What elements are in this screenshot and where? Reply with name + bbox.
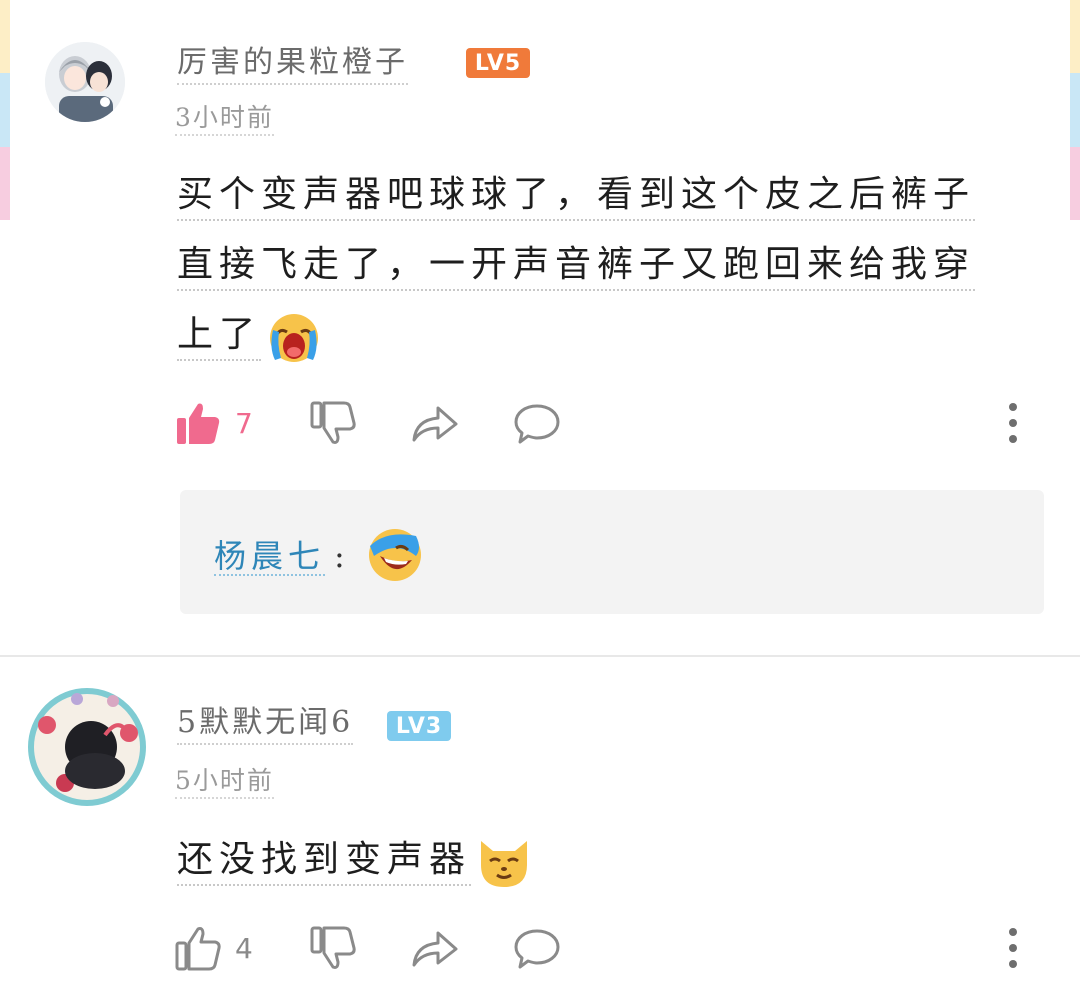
reply-author[interactable]: 杨晨七	[214, 538, 326, 576]
comment-text-line: 直接飞走了，一开声音裤子又跑回来给我穿	[177, 244, 976, 291]
comment-text-line: 买个变声器吧球球了，看到这个皮之后裤子	[177, 174, 976, 221]
more-options-button[interactable]	[1003, 923, 1023, 973]
comment-timestamp: 3小时前	[175, 102, 274, 136]
like-button[interactable]: 7	[175, 398, 253, 448]
reply-preview[interactable]: 杨晨七 :	[180, 490, 1044, 614]
smug-cat-emoji	[475, 833, 533, 891]
dislike-button[interactable]	[310, 398, 356, 448]
avatar[interactable]	[45, 42, 125, 122]
share-icon	[412, 931, 458, 967]
more-vertical-icon	[1009, 403, 1017, 411]
comment-body[interactable]: 买个变声器吧球球了，看到这个皮之后裤子 直接飞走了，一开声音裤子又跑回来给我穿 …	[177, 160, 1037, 370]
reply-separator: :	[334, 537, 345, 575]
thumbs-up-icon	[175, 927, 221, 971]
comment-text-line: 还没找到变声器	[177, 839, 472, 886]
share-button[interactable]	[410, 398, 460, 448]
share-button[interactable]	[410, 923, 460, 973]
comment-body[interactable]: 还没找到变声器	[177, 825, 1037, 895]
comment-actions: 7	[175, 398, 1045, 448]
like-count: 4	[235, 931, 253, 965]
comment-text-line: 上了	[177, 314, 262, 361]
share-icon	[412, 406, 458, 442]
reply-button[interactable]	[513, 923, 561, 973]
level-badge: LV5	[466, 48, 530, 78]
reply-button[interactable]	[513, 398, 561, 448]
like-count: 7	[235, 406, 253, 440]
thumbs-down-icon	[310, 926, 356, 969]
comment-username[interactable]: 5默默无闻6	[177, 705, 354, 745]
thumbs-down-icon	[310, 401, 356, 444]
comment-timestamp: 5小时前	[175, 765, 274, 799]
like-button[interactable]: 4	[175, 923, 253, 973]
reply-bubble-icon	[514, 404, 560, 444]
more-vertical-icon	[1009, 928, 1017, 936]
reply-bubble-icon	[514, 929, 560, 969]
comment-actions: 4	[175, 923, 1045, 973]
crying-emoji	[265, 308, 323, 366]
level-badge: LV3	[387, 711, 451, 741]
comment-username[interactable]: 厉害的果粒橙子	[177, 45, 408, 85]
more-options-button[interactable]	[1003, 398, 1023, 448]
dislike-button[interactable]	[310, 923, 356, 973]
thumbs-up-icon	[177, 403, 220, 444]
avatar[interactable]	[25, 685, 150, 810]
comment-item: 厉害的果粒橙子 LV5 3小时前 买个变声器吧球球了，看到这个皮之后裤子 直接飞…	[0, 0, 1080, 655]
comment-item: 5默默无闻6 LV3 5小时前 还没找到变声器 4	[0, 657, 1080, 998]
laughing-emoji	[366, 526, 424, 588]
